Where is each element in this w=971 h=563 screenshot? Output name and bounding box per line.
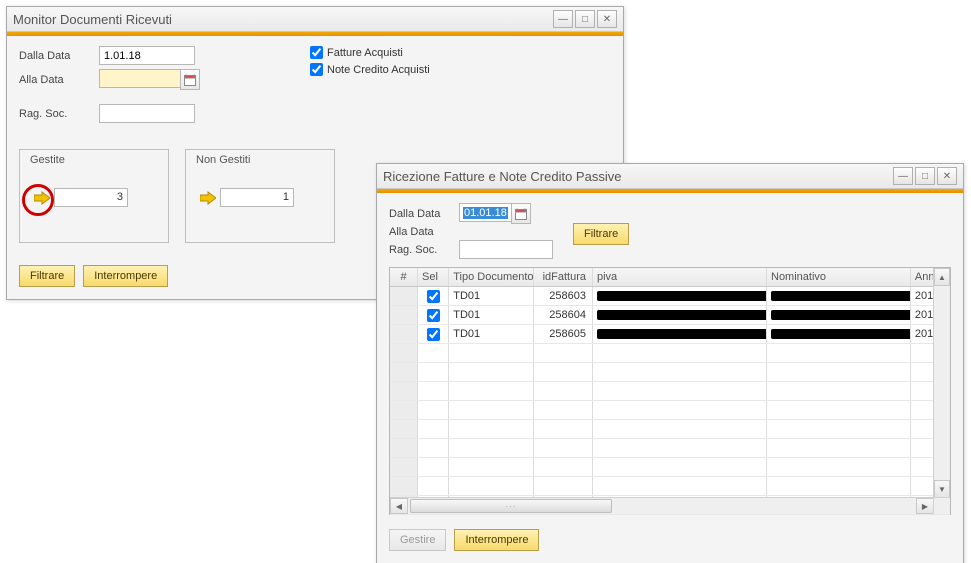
cell-tipo: TD01 bbox=[449, 287, 534, 305]
gestite-count: 3 bbox=[54, 188, 128, 207]
row-checkbox[interactable] bbox=[427, 290, 440, 303]
table-row-empty bbox=[390, 477, 950, 496]
table-row-empty bbox=[390, 401, 950, 420]
horizontal-scrollbar[interactable]: ◀ ··· ▶ bbox=[390, 497, 934, 514]
label-rag-soc: Rag. Soc. bbox=[19, 108, 99, 120]
label-note-credito-acquisti: Note Credito Acquisti bbox=[327, 64, 430, 76]
cell-piva bbox=[593, 287, 767, 305]
scroll-corner bbox=[933, 497, 950, 514]
grid: # Sel Tipo Documento idFattura piva Nomi… bbox=[389, 267, 951, 515]
col-nom[interactable]: Nominativo bbox=[767, 268, 911, 286]
scroll-down-icon[interactable]: ▼ bbox=[934, 480, 950, 498]
calendar-icon[interactable] bbox=[180, 69, 200, 90]
monitor-alla-data-input[interactable] bbox=[99, 69, 180, 88]
table-row[interactable]: TD01 258603 2018 bbox=[390, 287, 950, 306]
maximize-button[interactable]: □ bbox=[575, 10, 595, 28]
monitor-title: Monitor Documenti Ricevuti bbox=[13, 12, 553, 27]
col-tipo[interactable]: Tipo Documento bbox=[449, 268, 534, 286]
label-dalla-data: Dalla Data bbox=[19, 50, 99, 62]
table-row-empty bbox=[390, 363, 950, 382]
close-button[interactable]: ✕ bbox=[597, 10, 617, 28]
scroll-right-icon[interactable]: ▶ bbox=[916, 498, 934, 514]
group-gestite: Gestite 3 bbox=[19, 149, 169, 243]
ricezione-filtrare-button[interactable]: Filtrare bbox=[573, 223, 629, 245]
ricezione-title: Ricezione Fatture e Note Credito Passive bbox=[383, 169, 893, 184]
cell-nom bbox=[767, 287, 911, 305]
table-row-empty bbox=[390, 344, 950, 363]
label-alla-data: Alla Data bbox=[19, 74, 99, 86]
table-row[interactable]: TD01 258605 2018 bbox=[390, 325, 950, 344]
monitor-titlebar: Monitor Documenti Ricevuti — □ ✕ bbox=[7, 7, 623, 32]
scroll-thumb[interactable]: ··· bbox=[410, 499, 612, 513]
highlight-circle bbox=[22, 184, 54, 216]
col-sel[interactable]: Sel bbox=[418, 268, 449, 286]
monitor-dalla-data-input[interactable] bbox=[99, 46, 195, 65]
cell-idf: 258604 bbox=[534, 306, 593, 324]
ricezione-interrompere-button[interactable]: Interrompere bbox=[454, 529, 539, 551]
ric-label-rag-soc: Rag. Soc. bbox=[389, 244, 459, 256]
ric-label-alla-data: Alla Data bbox=[389, 226, 459, 238]
ricezione-window: Ricezione Fatture e Note Credito Passive… bbox=[376, 163, 964, 563]
legend-gestite: Gestite bbox=[30, 154, 65, 166]
monitor-interrompere-button[interactable]: Interrompere bbox=[83, 265, 168, 287]
cell-idf: 258603 bbox=[534, 287, 593, 305]
table-row-empty bbox=[390, 439, 950, 458]
vertical-scrollbar[interactable]: ▲ ▼ bbox=[933, 268, 950, 498]
scroll-left-icon[interactable]: ◀ bbox=[390, 498, 408, 514]
group-non-gestiti: Non Gestiti 1 bbox=[185, 149, 335, 243]
monitor-rag-soc-input[interactable] bbox=[99, 104, 195, 123]
cell-nom bbox=[767, 306, 911, 324]
cell-nom bbox=[767, 325, 911, 343]
row-checkbox[interactable] bbox=[427, 309, 440, 322]
cell-idf: 258605 bbox=[534, 325, 593, 343]
table-row[interactable]: TD01 258604 2018 bbox=[390, 306, 950, 325]
non-gestiti-count: 1 bbox=[220, 188, 294, 207]
calendar-icon[interactable] bbox=[511, 203, 531, 224]
label-fatture-acquisti: Fatture Acquisti bbox=[327, 47, 403, 59]
col-num[interactable]: # bbox=[390, 268, 418, 286]
grid-header: # Sel Tipo Documento idFattura piva Nomi… bbox=[390, 268, 950, 287]
cell-tipo: TD01 bbox=[449, 325, 534, 343]
legend-non-gestiti: Non Gestiti bbox=[196, 154, 250, 166]
monitor-filtrare-button[interactable]: Filtrare bbox=[19, 265, 75, 287]
close-button[interactable]: ✕ bbox=[937, 167, 957, 185]
check-note-credito-acquisti[interactable] bbox=[310, 63, 323, 76]
col-piva[interactable]: piva bbox=[593, 268, 767, 286]
ricezione-rag-soc-input[interactable] bbox=[459, 240, 553, 259]
arrow-right-icon[interactable] bbox=[200, 191, 216, 205]
cell-tipo: TD01 bbox=[449, 306, 534, 324]
cell-piva bbox=[593, 306, 767, 324]
table-row-empty bbox=[390, 382, 950, 401]
minimize-button[interactable]: — bbox=[553, 10, 573, 28]
scroll-up-icon[interactable]: ▲ bbox=[934, 268, 950, 286]
ricezione-titlebar: Ricezione Fatture e Note Credito Passive… bbox=[377, 164, 963, 189]
check-fatture-acquisti[interactable] bbox=[310, 46, 323, 59]
minimize-button[interactable]: — bbox=[893, 167, 913, 185]
table-row-empty bbox=[390, 420, 950, 439]
ric-label-dalla-data: Dalla Data bbox=[389, 208, 459, 220]
col-idf[interactable]: idFattura bbox=[534, 268, 593, 286]
row-checkbox[interactable] bbox=[427, 328, 440, 341]
ricezione-dalla-data-input[interactable]: 01.01.18 bbox=[463, 207, 508, 219]
table-row-empty bbox=[390, 458, 950, 477]
cell-piva bbox=[593, 325, 767, 343]
ricezione-gestire-button[interactable]: Gestire bbox=[389, 529, 446, 551]
maximize-button[interactable]: □ bbox=[915, 167, 935, 185]
